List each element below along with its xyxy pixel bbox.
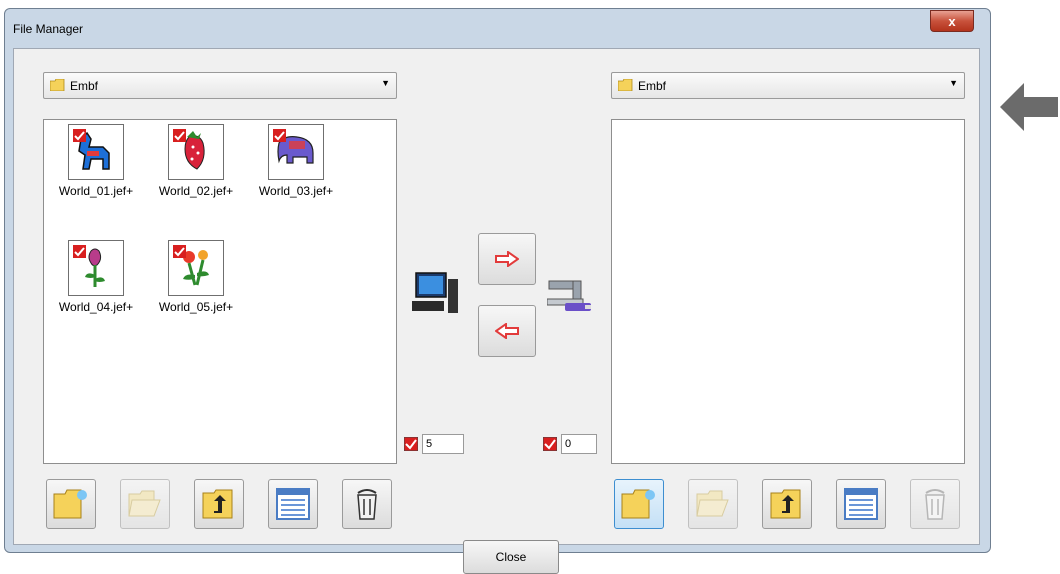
delete-button-right[interactable]: [910, 479, 960, 529]
left-folder-label: Embf: [70, 79, 99, 93]
file-name: World_03.jef+: [258, 184, 334, 198]
copy-to-machine-button[interactable]: [478, 233, 536, 285]
open-folder-icon: [128, 490, 161, 517]
file-item[interactable]: World_01.jef+: [48, 124, 144, 204]
trash-icon: [925, 489, 945, 520]
new-folder-button-right[interactable]: [614, 479, 664, 529]
checkbox-icon[interactable]: [404, 437, 418, 451]
file-item[interactable]: World_05.jef+: [148, 240, 244, 320]
new-folder-button[interactable]: [46, 479, 96, 529]
file-name: World_05.jef+: [158, 300, 234, 314]
arrow-right-icon: [495, 251, 519, 267]
folder-up-icon: [770, 489, 801, 519]
folder-icon: [618, 79, 633, 91]
file-name: World_02.jef+: [158, 184, 234, 198]
title-bar: File Manager x: [5, 9, 990, 47]
file-manager-window: File Manager x Embf ▼ World_01.jef+ Worl…: [4, 8, 991, 574]
copy-to-computer-button[interactable]: [478, 305, 536, 357]
new-folder-icon: [53, 489, 87, 519]
open-folder-button[interactable]: [120, 479, 170, 529]
check-icon: [73, 129, 86, 142]
list-view-icon: [276, 488, 310, 520]
left-folder-dropdown[interactable]: Embf ▼: [43, 72, 397, 99]
up-folder-button-right[interactable]: [762, 479, 812, 529]
right-folder-label: Embf: [638, 79, 667, 93]
arrow-left-icon: [495, 323, 519, 339]
elephant-design-icon: [268, 124, 324, 180]
arrow-left-icon: [1000, 83, 1058, 131]
left-file-list[interactable]: World_01.jef+ World_02.jef+ World_03.jef…: [43, 119, 397, 464]
up-folder-button[interactable]: [194, 479, 244, 529]
file-name: World_01.jef+: [58, 184, 134, 198]
tulip-design-icon: [68, 240, 124, 296]
window-title: File Manager: [13, 22, 84, 36]
right-file-list[interactable]: [611, 119, 965, 464]
list-view-button-right[interactable]: [836, 479, 886, 529]
window-close-button[interactable]: x: [930, 10, 974, 32]
file-item[interactable]: World_03.jef+: [248, 124, 344, 204]
open-folder-icon: [696, 490, 729, 517]
file-item[interactable]: World_02.jef+: [148, 124, 244, 204]
delete-button[interactable]: [342, 479, 392, 529]
trash-icon: [357, 489, 377, 520]
close-button[interactable]: Close: [463, 540, 559, 574]
file-name: World_04.jef+: [58, 300, 134, 314]
chevron-down-icon: ▼: [949, 78, 958, 88]
sewing-machine-usb-icon: [547, 280, 591, 311]
computer-icon: [412, 272, 458, 313]
right-folder-dropdown[interactable]: Embf ▼: [611, 72, 965, 99]
file-item[interactable]: World_04.jef+: [48, 240, 144, 320]
flower-design-icon: [168, 240, 224, 296]
horse-design-icon: [68, 124, 124, 180]
checkbox-icon[interactable]: [543, 437, 557, 451]
list-view-icon: [844, 488, 878, 520]
chevron-down-icon: ▼: [381, 78, 390, 88]
strawberry-design-icon: [168, 124, 224, 180]
open-folder-button-right[interactable]: [688, 479, 738, 529]
list-view-button[interactable]: [268, 479, 318, 529]
left-count-value: 5: [422, 434, 464, 454]
check-icon: [173, 129, 186, 142]
client-area: Embf ▼ World_01.jef+ World_02.jef+ World…: [13, 48, 980, 574]
check-icon: [273, 129, 286, 142]
new-folder-icon: [621, 489, 655, 519]
check-icon: [173, 245, 186, 258]
folder-icon: [50, 79, 65, 91]
check-icon: [73, 245, 86, 258]
folder-up-icon: [202, 489, 233, 519]
right-count-value: 0: [561, 434, 597, 454]
